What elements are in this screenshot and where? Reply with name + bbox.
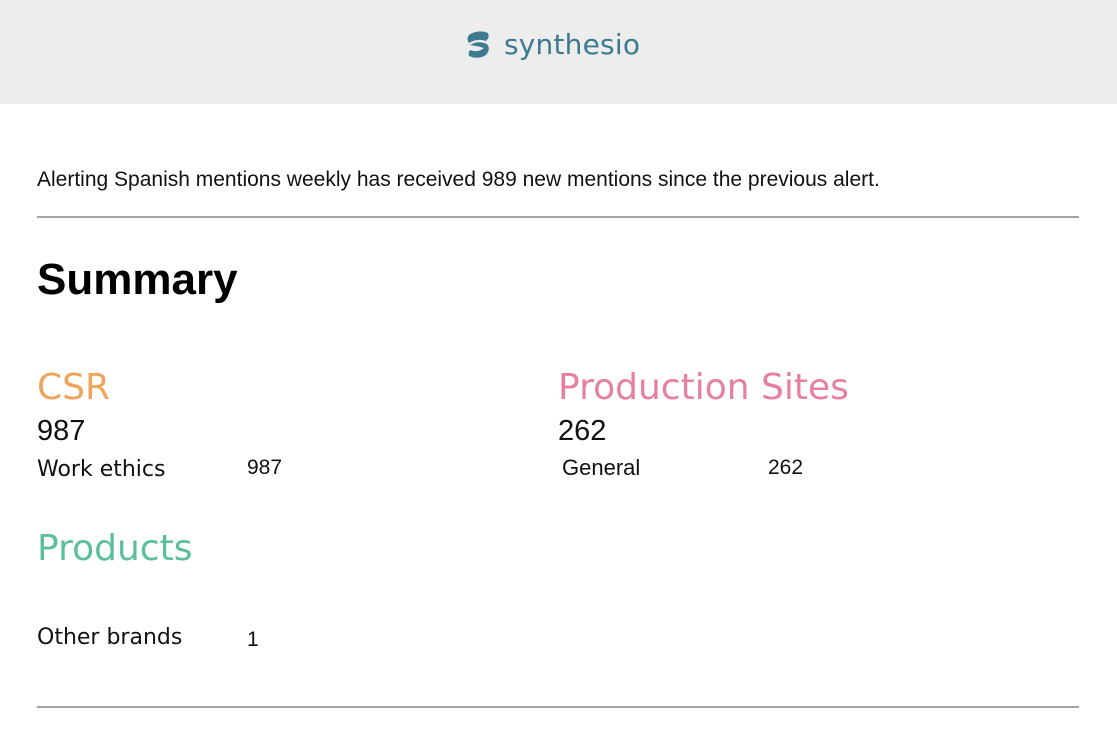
row-value-other-brands: 1 <box>247 628 259 651</box>
summary-title: Summary <box>37 255 238 304</box>
divider <box>37 706 1079 708</box>
synthesio-s-icon <box>467 31 489 58</box>
divider <box>37 216 1079 218</box>
alert-intro-text: Alerting Spanish mentions weekly has rec… <box>37 168 880 191</box>
row-label-general: General <box>562 455 641 480</box>
row-value-general: 262 <box>768 456 804 479</box>
row-label-other-brands: Other brands <box>37 625 183 650</box>
group-title-production-sites: Production Sites <box>558 367 849 408</box>
brand-name: synthesio <box>504 28 641 61</box>
group-title-csr: CSR <box>37 367 111 408</box>
synthesio-logo[interactable]: synthesio <box>464 28 640 62</box>
email-header: synthesio <box>0 0 1117 104</box>
row-label-work-ethics: Work ethics <box>37 457 166 482</box>
row-value-work-ethics: 987 <box>247 456 283 479</box>
group-title-products: Products <box>37 528 193 569</box>
group-total-production-sites: 262 <box>558 415 607 447</box>
group-total-csr: 987 <box>37 415 86 447</box>
